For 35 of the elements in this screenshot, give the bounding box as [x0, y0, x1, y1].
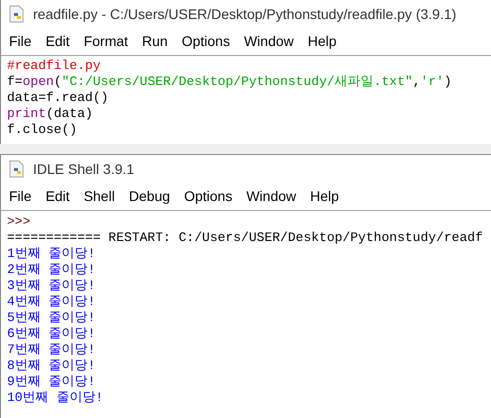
menu-item[interactable]: Window	[244, 31, 294, 52]
output-line: 7번째 줄이당!	[7, 342, 96, 358]
output-line: 5번째 줄이당!	[7, 310, 96, 326]
menu-item[interactable]: Options	[182, 31, 230, 52]
output-line: 1번째 줄이당!	[7, 246, 96, 262]
python-file-icon	[9, 5, 25, 23]
python-file-icon	[9, 160, 25, 178]
menu-item[interactable]: Options	[184, 186, 232, 207]
menu-item[interactable]: Window	[246, 186, 296, 207]
menu-item[interactable]: Help	[310, 186, 339, 207]
code-line: data=f.read()	[7, 90, 110, 106]
output-line: 4번째 줄이당!	[7, 294, 96, 310]
menu-item[interactable]: File	[9, 31, 32, 52]
menu-item[interactable]: Format	[84, 31, 128, 52]
code-line: #readfile.py	[7, 58, 102, 74]
menu-item[interactable]: Edit	[46, 186, 70, 207]
output-line: 6번째 줄이당!	[7, 326, 96, 342]
output-line: >>>	[7, 214, 30, 230]
menu-item[interactable]: Edit	[46, 31, 70, 52]
code-line: print(data)	[7, 106, 94, 122]
window-title: IDLE Shell 3.9.1	[33, 160, 134, 178]
menu-item[interactable]: Help	[308, 31, 337, 52]
output-line: ============ RESTART: C:/Users/USER/Desktop/Pythonstudy/readf	[7, 230, 483, 246]
menu-item[interactable]: Shell	[84, 186, 115, 207]
output-line: 8번째 줄이당!	[7, 358, 96, 374]
output-line: 10번째 줄이당!	[7, 390, 104, 406]
code-line: f=open("C:/Users/USER/Desktop/Pythonstudy/새파일.txt",'r')	[7, 74, 453, 90]
menu-item[interactable]: File	[9, 186, 32, 207]
menu-item[interactable]: Debug	[128, 186, 170, 207]
output-line: 3번째 줄이당!	[7, 278, 96, 294]
menu-item[interactable]: Run	[142, 31, 168, 52]
window-title: readfile.py - C:/Users/USER/Desktop/Pythonstudy/readfile.py (3.9.1)	[33, 4, 456, 24]
output-line: 2번째 줄이당!	[7, 262, 96, 278]
code-line: f.close()	[7, 122, 78, 138]
output-line: 9번째 줄이당!	[7, 374, 96, 390]
